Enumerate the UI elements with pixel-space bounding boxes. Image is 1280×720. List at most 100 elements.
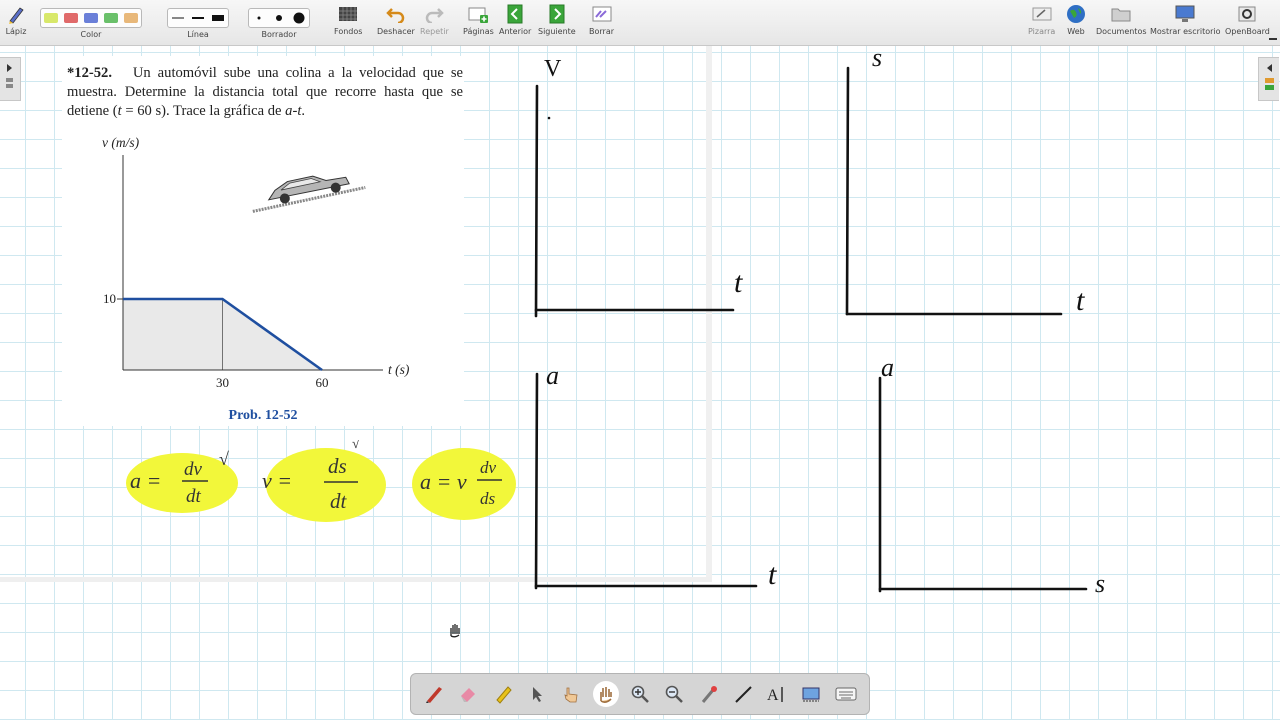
line-medium[interactable] bbox=[190, 9, 206, 27]
grid-background-icon bbox=[336, 3, 360, 25]
web-label: Web bbox=[1067, 27, 1085, 36]
dock-laser-button[interactable] bbox=[696, 681, 722, 707]
formula-2-check: √ bbox=[352, 440, 360, 452]
settings-icon bbox=[1235, 3, 1259, 25]
graph2-x-label: t bbox=[1076, 284, 1085, 317]
bottom-tool-dock: A bbox=[410, 673, 870, 715]
formula-2-numerator: ds bbox=[328, 454, 347, 478]
clear-button[interactable]: Borrar bbox=[589, 3, 614, 36]
documents-label: Documentos bbox=[1096, 27, 1147, 36]
openboard-menu-button[interactable]: OpenBoard bbox=[1225, 3, 1270, 36]
next-page-button[interactable]: Siguiente bbox=[538, 3, 576, 36]
collapse-icon[interactable] bbox=[1268, 31, 1278, 41]
line-tool-icon bbox=[735, 686, 752, 703]
undo-label: Deshacer bbox=[377, 27, 415, 36]
documents-button[interactable]: Documentos bbox=[1096, 3, 1147, 36]
dock-zoom-out-button[interactable] bbox=[661, 681, 687, 707]
dock-interact-button[interactable] bbox=[558, 681, 584, 707]
graph3-y-axis bbox=[534, 372, 539, 590]
globe-icon bbox=[1064, 3, 1088, 25]
color-swatch-red[interactable] bbox=[64, 13, 78, 23]
next-page-label: Siguiente bbox=[538, 27, 576, 36]
pen-label: Lápiz bbox=[5, 27, 27, 36]
keyboard-icon bbox=[835, 687, 857, 701]
graph3-x-label: t bbox=[768, 558, 777, 591]
redo-icon bbox=[422, 3, 446, 25]
dock-select-button[interactable] bbox=[524, 681, 550, 707]
color-group: Color bbox=[40, 3, 142, 39]
line-group: Línea bbox=[167, 3, 229, 39]
color-swatch-green[interactable] bbox=[104, 13, 118, 23]
eraser-label: Borrador bbox=[261, 30, 297, 39]
dock-pen-button[interactable] bbox=[421, 681, 447, 707]
laser-pointer-icon bbox=[701, 686, 717, 703]
eraser-sizes bbox=[248, 8, 310, 28]
line-label: Línea bbox=[187, 30, 209, 39]
formula-1-check: √ bbox=[219, 449, 229, 469]
previous-page-label: Anterior bbox=[499, 27, 532, 36]
dock-hand-button[interactable] bbox=[592, 681, 619, 707]
pen-icon bbox=[4, 3, 28, 25]
clear-label: Borrar bbox=[589, 27, 615, 36]
dock-eraser-button[interactable] bbox=[455, 681, 481, 707]
pages-button[interactable]: Páginas bbox=[463, 3, 494, 36]
chart-x-axis-label: t (s) bbox=[388, 362, 410, 377]
chart-x-tick-label-60: 60 bbox=[316, 375, 329, 390]
dock-capture-button[interactable] bbox=[798, 681, 824, 707]
screen-capture-icon bbox=[802, 687, 820, 702]
folder-icon bbox=[1109, 3, 1133, 25]
backgrounds-label: Fondos bbox=[334, 27, 363, 36]
redo-label: Repetir bbox=[420, 27, 449, 36]
velocity-time-chart: 10 30 60 v (m/s) t (s) Prob. 12-52 bbox=[102, 135, 410, 423]
line-thin[interactable] bbox=[170, 9, 186, 27]
hand-icon bbox=[599, 687, 612, 703]
board-button[interactable]: Pizarra bbox=[1028, 3, 1055, 36]
eraser-large[interactable] bbox=[291, 9, 307, 27]
eraser-small[interactable] bbox=[251, 9, 267, 27]
problem-statement[interactable]: *12-52. Un automóvil sube una colina a l… bbox=[62, 56, 464, 426]
graph1-x-label: t bbox=[734, 266, 743, 299]
color-swatch-orange[interactable] bbox=[124, 13, 138, 23]
pointing-hand-icon bbox=[564, 687, 578, 703]
color-swatch-yellow[interactable] bbox=[44, 13, 58, 23]
eraser-group: Borrador bbox=[248, 3, 310, 39]
dock-keyboard-button[interactable] bbox=[833, 681, 859, 707]
pen-tool[interactable]: Lápiz bbox=[4, 3, 28, 36]
graph1-y-axis bbox=[534, 84, 539, 318]
eraser-medium[interactable] bbox=[271, 9, 287, 27]
backgrounds-button[interactable]: Fondos bbox=[334, 3, 362, 36]
add-page-icon bbox=[466, 3, 490, 25]
next-page-icon bbox=[545, 3, 569, 25]
color-swatch-blue[interactable] bbox=[84, 13, 98, 23]
formula-3-denominator: ds bbox=[480, 489, 496, 508]
undo-button[interactable]: Deshacer bbox=[377, 3, 415, 36]
formula-1-lhs: a = bbox=[130, 468, 161, 493]
show-desktop-button[interactable]: Mostrar escritorio bbox=[1150, 3, 1221, 36]
formula-1-numerator: dv bbox=[184, 459, 203, 480]
chart-y-axis-label: v (m/s) bbox=[102, 135, 140, 150]
line-thick[interactable] bbox=[210, 9, 226, 27]
web-button[interactable]: Web bbox=[1064, 3, 1088, 36]
previous-page-button[interactable]: Anterior bbox=[499, 3, 531, 36]
expand-right-icon bbox=[1265, 64, 1274, 90]
openboard-label: OpenBoard bbox=[1225, 27, 1270, 36]
chart-y-tick-label: 10 bbox=[103, 291, 116, 306]
undo-icon bbox=[384, 3, 408, 25]
dock-zoom-in-button[interactable] bbox=[627, 681, 653, 707]
clear-board-icon bbox=[590, 3, 614, 25]
redo-button[interactable]: Repetir bbox=[420, 3, 449, 36]
board-label: Pizarra bbox=[1028, 27, 1056, 36]
chart-x-tick-label-30: 30 bbox=[216, 375, 229, 390]
chart-caption: Prob. 12-52 bbox=[229, 408, 298, 423]
zoom-out-icon bbox=[665, 685, 684, 703]
zoom-in-icon bbox=[631, 685, 649, 703]
right-palette-tab[interactable] bbox=[1258, 57, 1279, 101]
dock-text-button[interactable]: A bbox=[764, 681, 790, 707]
graph2-y-axis bbox=[845, 66, 850, 316]
left-palette-tab[interactable] bbox=[0, 57, 21, 101]
graph4-y-label: a bbox=[881, 353, 894, 382]
pages-label: Páginas bbox=[463, 27, 494, 36]
dock-highlighter-button[interactable] bbox=[490, 681, 516, 707]
graph2-y-label: s bbox=[872, 46, 882, 72]
dock-line-button[interactable] bbox=[730, 681, 756, 707]
